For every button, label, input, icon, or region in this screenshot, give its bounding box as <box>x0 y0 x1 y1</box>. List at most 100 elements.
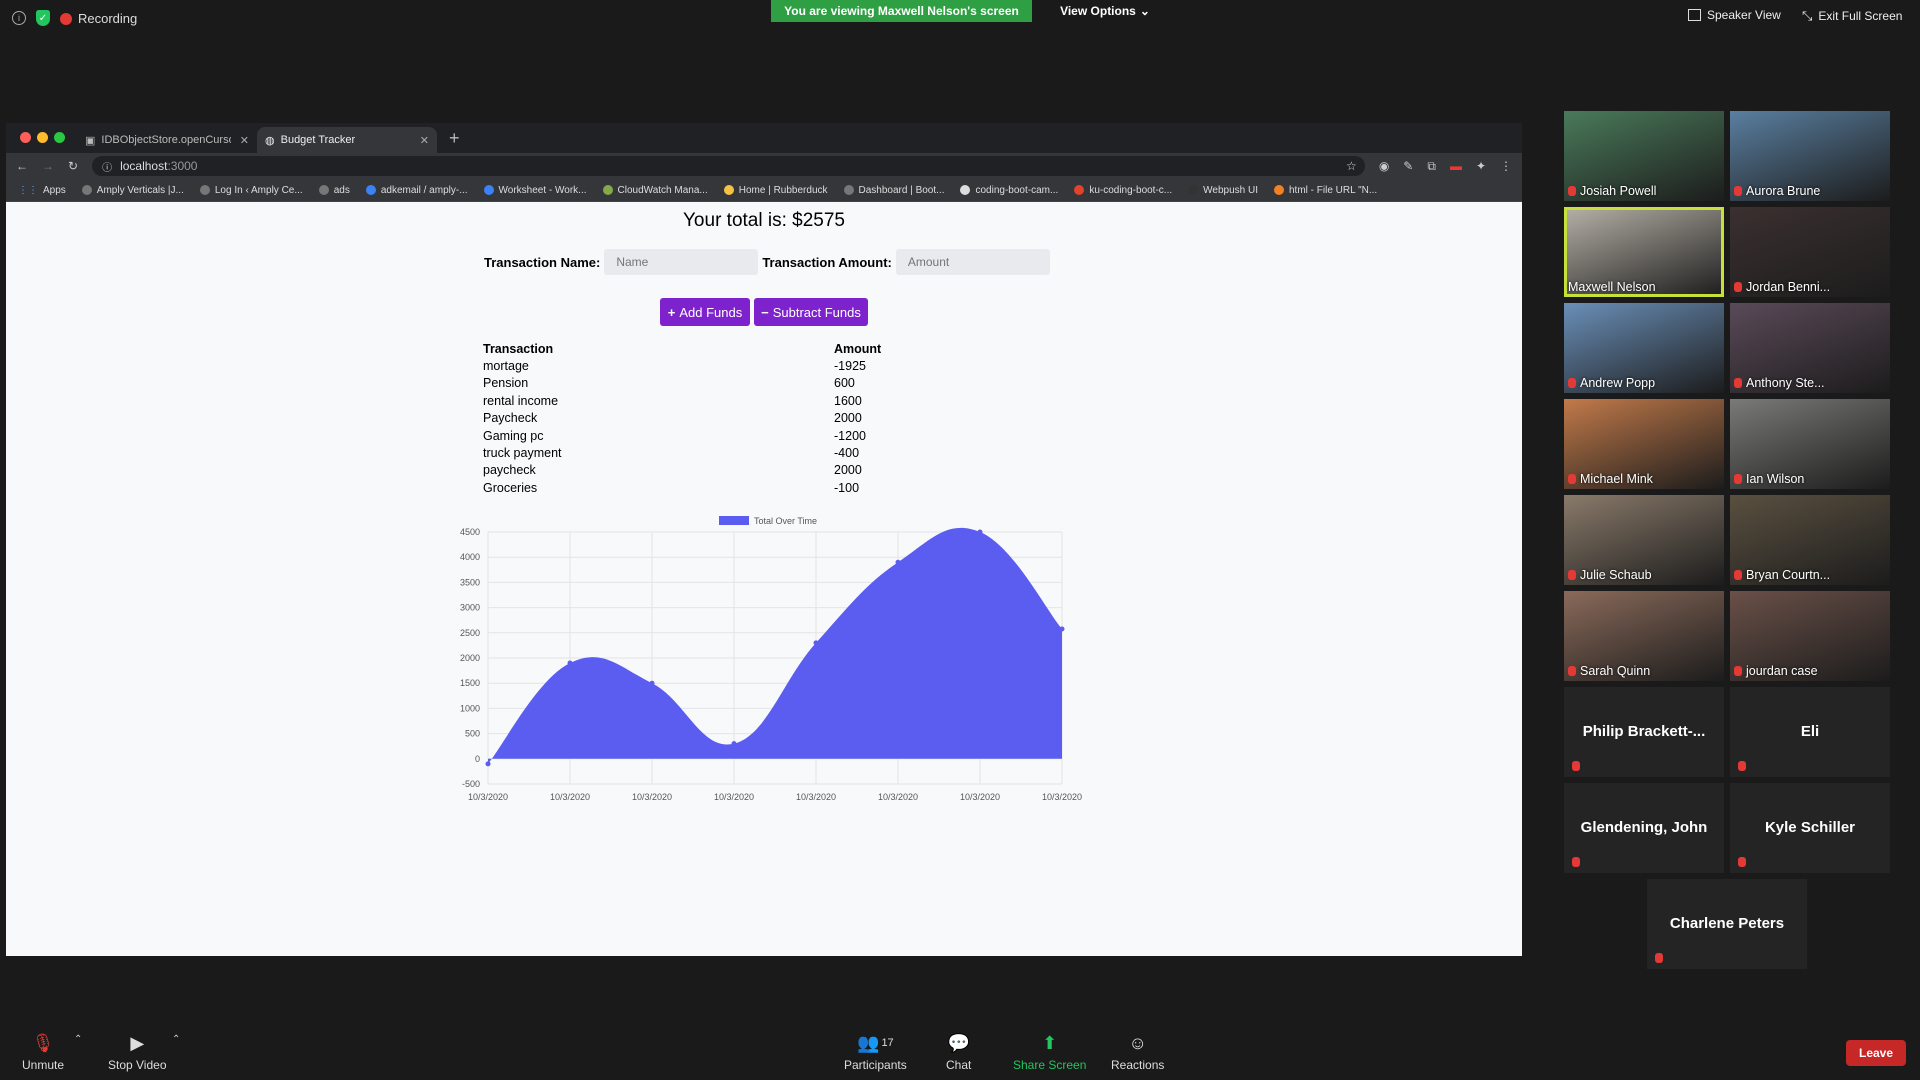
participant-video-tile[interactable]: Sarah Quinn <box>1564 591 1724 681</box>
bookmark-item[interactable]: Home | Rubberduck <box>723 185 828 196</box>
y-tick-label: 3500 <box>460 577 480 587</box>
bookmark-item[interactable]: Webpush UI <box>1188 185 1258 196</box>
add-funds-label: Add Funds <box>679 304 743 320</box>
muted-mic-icon <box>1734 474 1742 484</box>
bookmark-item[interactable]: CloudWatch Mana... <box>602 185 708 196</box>
puzzle-extensions-icon[interactable]: ✦ <box>1476 159 1486 173</box>
participant-audio-tile[interactable]: Philip Brackett-... <box>1564 687 1724 777</box>
chat-button[interactable]: 💬 Chat <box>946 1032 971 1073</box>
x-tick-label: 10/3/2020 <box>632 792 672 802</box>
y-tick-label: 1000 <box>460 703 480 713</box>
minimize-window-button[interactable] <box>37 132 48 143</box>
leave-button[interactable]: Leave <box>1846 1040 1906 1066</box>
window-controls <box>20 132 65 143</box>
favicon-icon <box>318 185 329 195</box>
participants-button[interactable]: 👥 17 Participants <box>844 1032 907 1073</box>
bookmark-star-icon[interactable]: ☆ <box>1346 159 1357 173</box>
data-point[interactable] <box>1059 626 1065 632</box>
muted-mic-icon <box>1734 282 1742 292</box>
muted-mic-icon <box>1734 666 1742 676</box>
transaction-amount-cell: -1200 <box>834 428 866 443</box>
share-screen-button[interactable]: ⬆ Share Screen <box>1013 1032 1086 1073</box>
reactions-button[interactable]: ☺ Reactions <box>1111 1032 1164 1073</box>
address-bar-row: ← → ↻ ⓘ localhost:3000 ☆ ◉ ✎ ⧉ ▬ ✦ ⋮ <box>6 153 1522 179</box>
data-point[interactable] <box>567 660 573 666</box>
tab-budget-tracker[interactable]: ◍ Budget Tracker ✕ <box>257 127 437 153</box>
legend-swatch[interactable] <box>719 516 749 525</box>
bookmark-item[interactable]: Worksheet - Work... <box>483 185 587 196</box>
participant-name-label: Maxwell Nelson <box>1568 280 1656 294</box>
transaction-amount-input[interactable] <box>895 249 1050 275</box>
data-point[interactable] <box>813 640 819 646</box>
bookmark-item[interactable]: coding-boot-cam... <box>960 185 1058 196</box>
info-icon[interactable]: i <box>12 11 26 25</box>
extension-icon[interactable]: ⧉ <box>1427 159 1436 174</box>
security-shield-icon[interactable]: ✓ <box>36 10 50 26</box>
speaker-view-button[interactable]: Speaker View <box>1688 8 1781 22</box>
data-point[interactable] <box>649 680 655 686</box>
bookmark-item[interactable]: html - File URL "N... <box>1273 185 1377 196</box>
unmute-button[interactable]: 🎙 Unmute <box>22 1032 64 1073</box>
video-options-chevron-icon[interactable]: ⌃ <box>172 1034 180 1045</box>
close-window-button[interactable] <box>20 132 31 143</box>
participant-video-tile[interactable]: Andrew Popp <box>1564 303 1724 393</box>
participant-video-tile[interactable]: Ian Wilson <box>1730 399 1890 489</box>
extension-icon[interactable]: ▬ <box>1450 159 1462 173</box>
bookmark-item[interactable]: ku-coding-boot-c... <box>1074 185 1172 196</box>
transactions-table: Transaction Amount mortage -1925 Pension 6… <box>483 340 881 497</box>
stop-video-button[interactable]: ▶ Stop Video <box>108 1032 167 1073</box>
maximize-window-button[interactable] <box>54 132 65 143</box>
back-icon[interactable]: ← <box>16 159 28 173</box>
view-options-button[interactable]: View Options ⌄ <box>1050 0 1160 22</box>
participant-name: jourdan case <box>1734 664 1818 678</box>
site-info-icon[interactable]: ⓘ <box>102 159 112 174</box>
close-tab-icon[interactable]: ✕ <box>420 134 429 147</box>
url-field[interactable]: ⓘ localhost:3000 ☆ <box>92 156 1365 176</box>
bookmark-item[interactable]: ⋮⋮ Apps <box>18 185 66 196</box>
participant-name-label: Glendening, John <box>1580 819 1708 836</box>
participant-audio-tile[interactable]: Charlene Peters <box>1647 879 1807 969</box>
close-tab-icon[interactable]: ✕ <box>240 134 249 147</box>
bookmark-item[interactable]: ads <box>318 185 350 196</box>
data-point[interactable] <box>895 559 901 565</box>
participant-video-tile[interactable]: Julie Schaub <box>1564 495 1724 585</box>
data-point[interactable] <box>485 761 491 767</box>
legend-label[interactable]: Total Over Time <box>754 516 817 526</box>
x-tick-label: 10/3/2020 <box>1042 792 1082 802</box>
tab-strip: ▣ IDBObjectStore.openCursor() ✕ ◍ Budget Tr… <box>6 123 1522 153</box>
participant-video-tile[interactable]: Josiah Powell <box>1564 111 1724 201</box>
transaction-amount-cell: -100 <box>834 480 860 495</box>
participant-video-tile[interactable]: Bryan Courtn... <box>1730 495 1890 585</box>
audio-options-chevron-icon[interactable]: ⌃ <box>74 1034 82 1045</box>
data-point[interactable] <box>731 741 737 747</box>
stop-video-label: Stop Video <box>108 1058 167 1072</box>
data-point[interactable] <box>977 529 983 535</box>
extension-icon[interactable]: ◉ <box>1379 159 1389 173</box>
forward-icon[interactable]: → <box>42 159 54 173</box>
tab-idbobjectstore[interactable]: ▣ IDBObjectStore.openCursor() ✕ <box>77 127 257 153</box>
menu-kebab-icon[interactable]: ⋮ <box>1500 159 1512 173</box>
participant-video-tile[interactable]: Anthony Ste... <box>1730 303 1890 393</box>
participant-audio-tile[interactable]: Glendening, John <box>1564 783 1724 873</box>
participant-video-tile[interactable]: Aurora Brune <box>1730 111 1890 201</box>
reload-icon[interactable]: ↻ <box>68 159 78 173</box>
add-funds-button[interactable]: + Add Funds <box>660 298 750 326</box>
participant-video-tile[interactable]: jourdan case <box>1730 591 1890 681</box>
participant-name: Bryan Courtn... <box>1734 568 1830 582</box>
subtract-funds-button[interactable]: − Subtract Funds <box>754 298 868 326</box>
participant-audio-tile[interactable]: Eli <box>1730 687 1890 777</box>
exit-full-screen-button[interactable]: ⤡ Exit Full Screen <box>1802 8 1902 24</box>
participant-audio-tile[interactable]: Kyle Schiller <box>1730 783 1890 873</box>
extension-icon[interactable]: ✎ <box>1403 159 1413 173</box>
participant-video-tile[interactable]: Michael Mink <box>1564 399 1724 489</box>
participant-video-tile[interactable]: Jordan Benni... <box>1730 207 1890 297</box>
table-row: Paycheck 2000 <box>483 410 881 427</box>
bookmark-item[interactable]: Amply Verticals |J... <box>81 185 184 196</box>
bookmark-item[interactable]: adkemail / amply-... <box>365 185 468 196</box>
bookmark-item[interactable]: Dashboard | Boot... <box>843 185 944 196</box>
new-tab-button[interactable]: + <box>449 128 460 149</box>
transaction-name-input[interactable] <box>604 249 759 275</box>
participant-video-tile[interactable]: Maxwell Nelson <box>1564 207 1724 297</box>
bookmark-item[interactable]: Log In ‹ Amply Ce... <box>199 185 303 196</box>
amount-label: Transaction Amount: <box>762 254 892 270</box>
